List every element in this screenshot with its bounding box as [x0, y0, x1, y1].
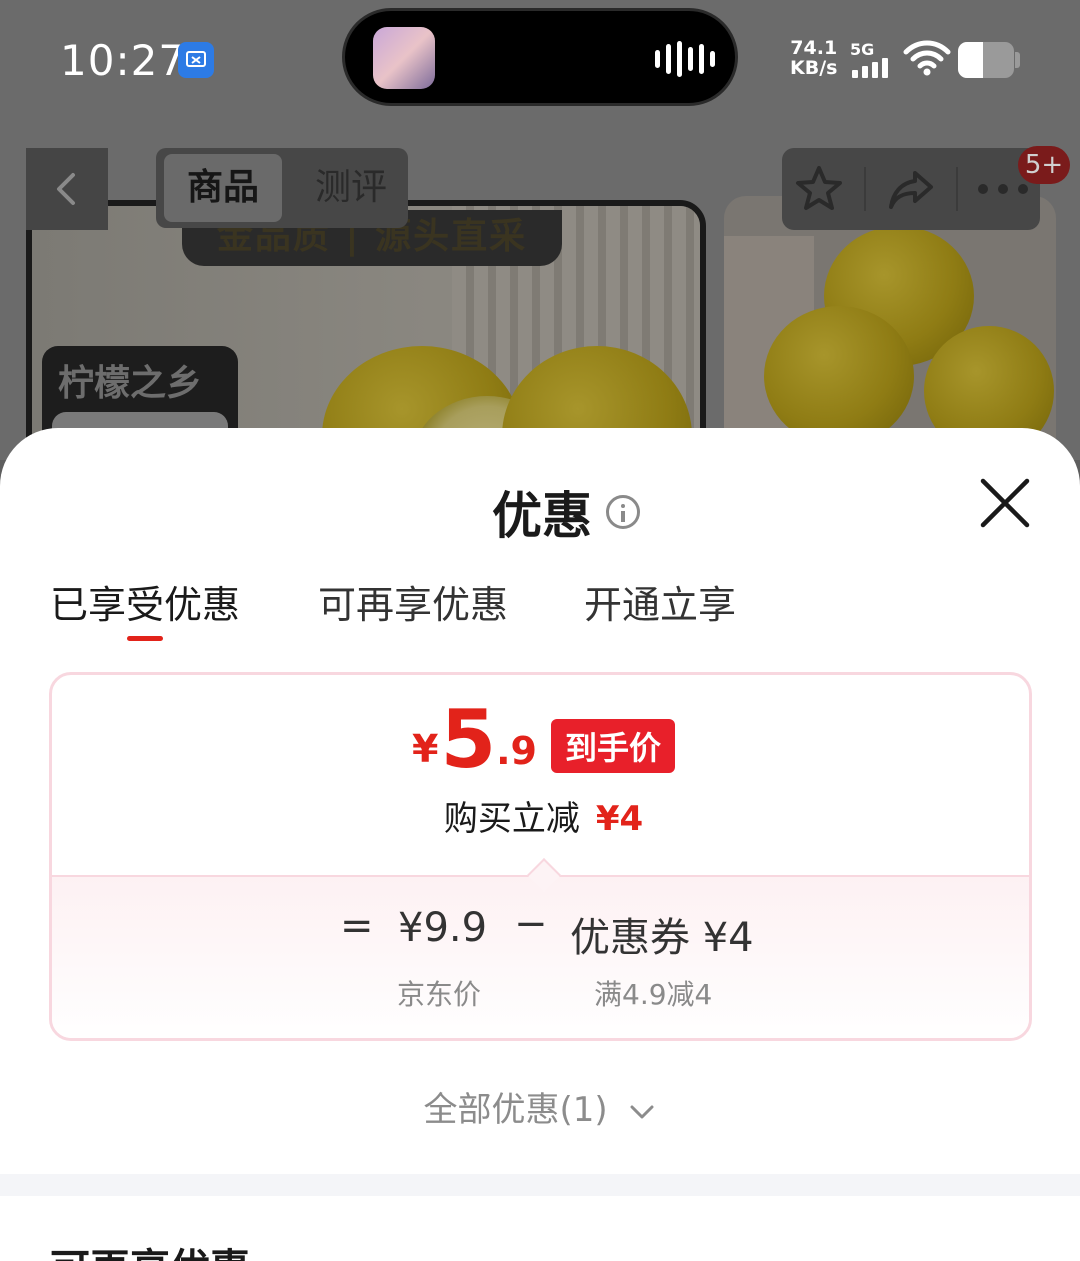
- image-tag-text: 柠檬之乡: [58, 363, 203, 404]
- more-dots-icon: [977, 184, 1028, 194]
- instant-reduction: 购买立减 ¥4: [52, 791, 1029, 840]
- reduction-label: 购买立减: [443, 799, 580, 839]
- active-tab-indicator: [127, 636, 163, 641]
- battery-icon: [958, 42, 1014, 78]
- chevron-left-icon: [57, 173, 75, 205]
- divider: [955, 167, 958, 211]
- dynamic-island[interactable]: [342, 8, 738, 106]
- base-price-label: 京东价: [397, 978, 482, 1011]
- share-icon: [888, 171, 933, 209]
- final-price: ¥ 5 .9 到手价: [52, 693, 1029, 786]
- wifi-icon: [903, 40, 951, 76]
- network-speed: 74.1 KB/s: [790, 38, 837, 78]
- lemon-graphic: [764, 306, 914, 446]
- network-type: 5G: [850, 40, 875, 59]
- section-title-more-discounts: 可再享优惠: [50, 1236, 250, 1261]
- minus-sign: −: [514, 901, 548, 947]
- info-icon[interactable]: [606, 495, 640, 529]
- favorite-button[interactable]: [789, 159, 849, 219]
- close-icon[interactable]: [976, 474, 1034, 532]
- network-speed-unit: KB/s: [790, 57, 838, 79]
- signal-icon: [852, 58, 888, 78]
- all-discounts-toggle[interactable]: 全部优惠(1): [0, 1082, 1080, 1131]
- tab-review[interactable]: 测评: [296, 154, 406, 222]
- price-breakdown-card: ¥ 5 .9 到手价 购买立减 ¥4 = ¥9.9 − 优惠券 ¥4 京东价 满4…: [49, 672, 1032, 1041]
- divider: [864, 167, 867, 211]
- sheet-title: 优惠: [492, 487, 592, 545]
- network-speed-value: 74.1: [790, 37, 838, 59]
- header-actions: [782, 148, 1040, 230]
- battery-level: [958, 42, 984, 78]
- product-image-secondary[interactable]: [724, 196, 1056, 460]
- tab-activate-discounts[interactable]: 开通立享: [584, 574, 736, 629]
- status-bar: 10:27 74.1 KB/s 5G: [0, 0, 1080, 120]
- discount-sheet: 优惠 已享受优惠 可再享优惠 开通立享 ¥ 5 .9 到手价 购买立减 ¥4 = …: [0, 428, 1080, 1261]
- product-image-main[interactable]: 金品质 | 源头直采 柠檬之乡: [26, 200, 706, 460]
- coupon-condition: 满4.9减4: [594, 978, 713, 1011]
- tab-product[interactable]: 商品: [164, 154, 282, 222]
- final-price-badge: 到手价: [551, 719, 676, 773]
- tab-enjoyed-discounts[interactable]: 已享受优惠: [50, 574, 240, 629]
- media-thumbnail: [373, 27, 435, 89]
- product-review-segment: 商品 测评: [156, 148, 408, 228]
- all-discounts-label: 全部优惠(1): [423, 1090, 608, 1130]
- base-price: ¥9.9: [398, 905, 488, 951]
- price-integer: 5: [440, 693, 497, 786]
- section-divider: [0, 1174, 1080, 1196]
- tab-more-discounts[interactable]: 可再享优惠: [318, 574, 508, 629]
- coupon-value: 优惠券 ¥4: [570, 915, 754, 961]
- equals-sign: =: [340, 903, 374, 949]
- notification-badge: 5+: [1018, 146, 1070, 184]
- discount-tabs: 已享受优惠 可再享优惠 开通立享: [0, 574, 1080, 654]
- reduction-amount: ¥4: [595, 799, 644, 839]
- currency-symbol: ¥: [411, 727, 439, 771]
- sheet-header: 优惠: [0, 476, 1080, 548]
- star-icon: [796, 166, 843, 210]
- battery-tip: [1015, 52, 1020, 68]
- chevron-down-icon: [630, 1105, 654, 1118]
- clock: 10:27: [60, 36, 187, 85]
- price-decimal: .9: [496, 729, 537, 773]
- screenshot-app-icon: [178, 42, 214, 78]
- breakdown-panel: [52, 875, 1029, 1038]
- audio-wave-icon: [655, 41, 715, 77]
- back-button[interactable]: [26, 148, 108, 230]
- share-button[interactable]: [881, 159, 941, 219]
